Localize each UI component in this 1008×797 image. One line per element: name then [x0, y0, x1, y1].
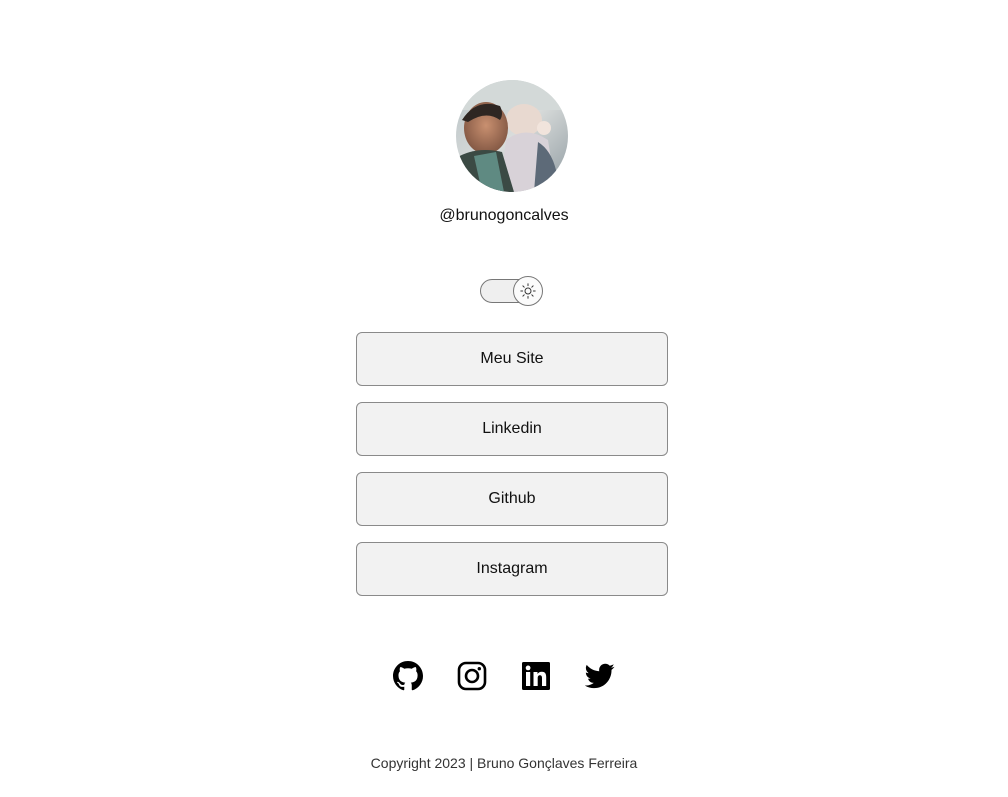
sun-icon — [520, 283, 536, 299]
link-page: @brunogoncalves Meu Site Linkedin Github… — [0, 0, 1008, 797]
avatar — [456, 80, 568, 192]
github-icon[interactable] — [393, 658, 423, 694]
link-list: Meu Site Linkedin Github Instagram — [356, 332, 668, 612]
footer-copyright: Copyright 2023 | Bruno Gonçlaves Ferreir… — [370, 755, 638, 771]
instagram-icon[interactable] — [457, 658, 487, 694]
github-button[interactable]: Github — [356, 472, 668, 526]
instagram-button[interactable]: Instagram — [356, 542, 668, 596]
meu-site-button[interactable]: Meu Site — [356, 332, 668, 386]
twitter-icon[interactable] — [585, 658, 615, 694]
linkedin-button[interactable]: Linkedin — [356, 402, 668, 456]
avatar-photo — [456, 80, 568, 192]
linkedin-icon[interactable] — [521, 658, 551, 694]
theme-toggle[interactable] — [480, 276, 543, 306]
social-icons — [0, 658, 1008, 694]
theme-toggle-knob[interactable] — [513, 276, 543, 306]
profile-handle: @brunogoncalves — [439, 207, 569, 224]
